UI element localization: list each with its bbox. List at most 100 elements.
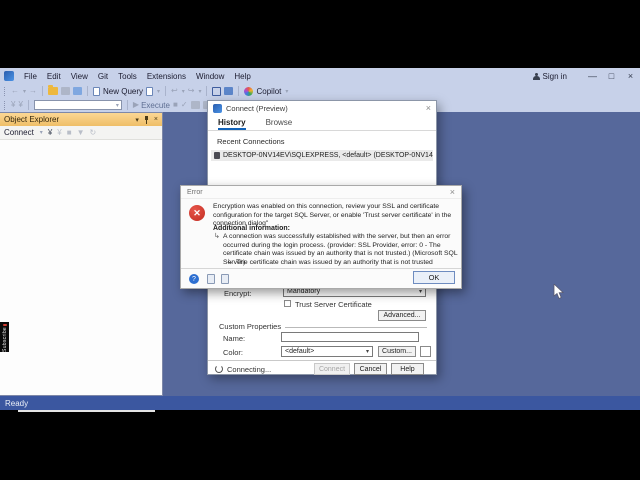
trust-certificate-label: Trust Server Certificate [295,300,372,309]
branch-icon: ↳ [227,259,233,266]
toolbar-grip [4,100,6,110]
undo-dropdown-icon[interactable]: ▾ [182,88,185,95]
cancel-query-icon[interactable]: ■ [173,100,178,110]
recent-connections-label: Recent Connections [217,137,285,146]
save-icon[interactable] [61,87,71,95]
additional-info-label: Additional information: [213,225,290,232]
encrypt-label: Encrypt: [224,289,252,298]
properties-icon[interactable] [224,87,234,95]
minimize-button[interactable]: — [583,71,602,81]
recent-connection-item[interactable]: DESKTOP-0NV14EV\SQLEXPRESS, <default> (D… [211,150,433,161]
connect-dialog-titlebar: Connect (Preview) × [208,101,436,115]
tab-browse[interactable]: Browse [266,118,293,130]
database-combobox[interactable]: ▾ [33,100,122,110]
execute-button[interactable]: ▶ Execute [133,100,170,110]
close-window-button[interactable]: × [621,71,640,81]
question-glyph: ? [192,275,196,283]
color-dropdown-icon: ▾ [365,349,369,355]
oe-refresh-icon[interactable]: ↻ [89,128,96,137]
undo-icon[interactable]: ↩ [171,86,178,96]
error-dialog-titlebar: Error × [181,186,461,199]
menu-window[interactable]: Window [191,72,229,81]
copilot-icon[interactable] [244,86,254,96]
name-input[interactable] [281,332,419,342]
new-file-icon[interactable] [146,86,154,96]
display-plan-icon[interactable] [190,101,200,109]
menu-tools[interactable]: Tools [113,72,142,81]
subscribe-watermark: Subscribe [0,322,9,352]
video-progress-line [18,410,155,412]
name-label: Name: [223,334,246,343]
menu-extensions[interactable]: Extensions [142,72,191,81]
object-explorer-header: Object Explorer ▾ × [0,113,162,126]
connect-button[interactable]: Connect [314,363,350,375]
toolbar-grip [4,86,6,96]
recent-connection-label: DESKTOP-0NV14EV\SQLEXPRESS, <default> (D… [223,152,433,159]
cancel-button[interactable]: Cancel [354,363,387,375]
menu-git[interactable]: Git [93,72,113,81]
connect-dialog-close-icon[interactable]: × [426,103,431,113]
parse-icon[interactable]: ✓ [181,100,188,110]
custom-properties-group: Custom Properties [219,322,427,331]
standard-toolbar: ← ▾ → New Query ▾ ↩ ▾ ↪ ▾ Copilot ▾ [0,84,640,98]
copilot-button[interactable]: Copilot [256,87,281,96]
back-dropdown-icon[interactable]: ▾ [23,88,26,95]
custom-color-button[interactable]: Custom... [378,346,416,357]
app-logo-icon [4,71,14,81]
color-value: <default> [285,348,315,355]
redo-dropdown-icon[interactable]: ▾ [198,88,201,95]
person-icon [532,72,540,80]
help-button[interactable]: Help [391,363,424,375]
screen: File Edit View Git Tools Extensions Wind… [0,0,640,480]
tab-history[interactable]: History [218,118,246,130]
advanced-button[interactable]: Advanced... [378,310,426,321]
save-all-icon[interactable] [73,87,83,95]
error-dialog-close-icon[interactable]: × [450,187,455,197]
close-panel-icon[interactable]: × [154,116,158,123]
menu-bar: File Edit View Git Tools Extensions Wind… [0,68,640,84]
connect-dialog-title: Connect (Preview) [226,103,288,113]
group-divider [285,326,427,328]
trust-certificate-checkbox[interactable] [284,300,291,307]
menu-file[interactable]: File [19,72,42,81]
navigate-back-icon[interactable]: ← [11,86,19,96]
oe-filter-icon[interactable]: ▼ [77,128,85,137]
copy-details-icon[interactable] [221,274,229,284]
custom-properties-label: Custom Properties [219,322,282,331]
mouse-cursor [553,284,564,300]
new-query-button[interactable]: New Query [103,87,143,96]
oe-connect-button[interactable]: Connect [4,128,34,137]
encrypt-dropdown-icon: ▾ [418,289,422,295]
oe-connect-dropdown-icon[interactable]: ▾ [40,129,43,136]
navigate-forward-icon[interactable]: → [29,86,37,96]
pin-icon[interactable] [144,115,149,124]
connect-dialog-icon [213,103,222,113]
redo-icon[interactable]: ↪ [188,86,195,96]
xml-editor-icon[interactable] [212,86,222,96]
error-dialog-title: Error [187,188,203,196]
color-swatch [420,346,431,357]
maximize-button[interactable]: □ [602,71,621,81]
oe-disconnect-icon[interactable]: ¥ [57,128,61,137]
color-select[interactable]: <default> ▾ [281,346,373,357]
new-query-icon[interactable] [93,86,101,96]
connect-db-icon[interactable]: ¥ [11,100,15,110]
sign-in-label: Sign in [542,71,567,81]
sign-in-button[interactable]: Sign in [532,71,567,81]
menu-edit[interactable]: Edit [42,72,66,81]
window-position-icon[interactable]: ▾ [135,116,139,124]
execute-label: Execute [141,100,170,110]
copilot-dropdown-icon[interactable]: ▾ [285,88,288,95]
ok-button[interactable]: OK [413,271,455,284]
status-text: Ready [5,398,29,408]
encrypt-value: Mandatory [287,288,321,295]
change-connection-icon[interactable]: ¥ [18,100,22,110]
menu-help[interactable]: Help [229,72,255,81]
oe-connect-icon[interactable]: ¥ [48,128,52,137]
copy-message-icon[interactable] [207,274,215,284]
oe-stop-icon[interactable]: ■ [67,128,72,137]
error-help-icon[interactable]: ? [189,274,199,284]
new-file-dropdown-icon[interactable]: ▾ [157,88,160,95]
open-file-icon[interactable] [48,85,59,95]
menu-view[interactable]: View [66,72,93,81]
